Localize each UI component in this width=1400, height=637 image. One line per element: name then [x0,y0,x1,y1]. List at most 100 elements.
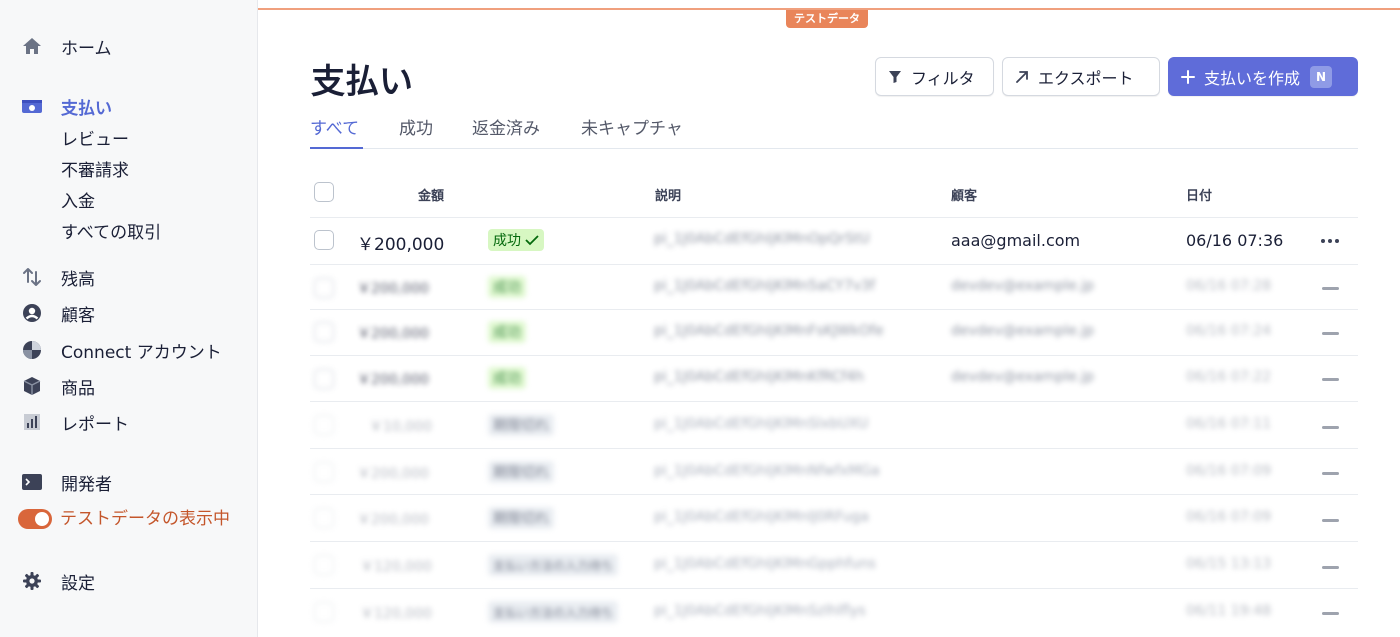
arrows-updown-icon [20,265,44,289]
row-date: 06/16 07:36 [1186,231,1284,250]
row-amount: ￥200,000 [357,281,429,297]
status-badge: 成功 [488,276,526,298]
sidebar-item-developers[interactable]: 開発者 [20,469,112,495]
test-data-badge: テストデータ [786,10,868,28]
tab-refunded[interactable]: 返金済み [472,114,540,149]
row-amount: ￥200,000 [357,466,429,482]
test-mode-toggle[interactable] [18,509,52,529]
gear-icon [20,569,44,593]
home-icon [20,34,44,58]
export-button[interactable]: エクスポート [1002,57,1160,96]
sidebar-subitem-payouts[interactable]: 入金 [61,189,95,215]
sidebar-item-payments[interactable]: 支払い [20,93,112,119]
row-amount: ￥200,000 [357,235,445,255]
select-all-checkbox[interactable] [314,182,334,202]
sidebar-subitem-disputes[interactable]: 不審請求 [61,158,129,184]
header-divider [310,217,1358,218]
status-badge: 支払い方法の入力待ち [488,554,619,576]
row-checkbox[interactable] [314,369,334,389]
row-more-icon[interactable] [1322,332,1339,335]
row-date: 06/16 07:22 [1186,369,1272,385]
sidebar-item-settings[interactable]: 設定 [20,568,95,594]
sidebar-item-connect[interactable]: Connect アカウント [20,337,222,363]
bar-chart-icon [20,410,44,434]
status-badge: 成功 [488,229,544,251]
sidebar-item-products[interactable]: 商品 [20,373,95,399]
sidebar: ホーム 支払い レビュー 不審請求 入金 すべての取引 残高 顧客 Connec… [0,0,258,637]
plus-icon [1181,69,1195,84]
create-payment-button[interactable]: 支払いを作成 N [1168,57,1358,96]
row-checkbox[interactable] [314,230,334,250]
row-customer: aaa@gmail.com [951,231,1081,250]
user-circle-icon [20,301,44,325]
wallet-icon [20,94,44,118]
terminal-icon [20,470,44,494]
row-divider [310,494,1358,495]
tab-uncaptured[interactable]: 未キャプチャ [581,114,683,149]
row-more-icon[interactable] [1322,612,1339,615]
row-more-icon[interactable] [1322,426,1339,429]
row-checkbox[interactable] [314,555,334,575]
row-amount: ￥10,000 [369,419,432,435]
row-amount: ￥120,000 [360,606,432,622]
sidebar-item-label: 商品 [61,378,95,399]
sidebar-item-customers[interactable]: 顧客 [20,300,95,326]
row-description: pi_1J0AbCdEfGhIjKlMnSlxbUXU [654,416,869,432]
column-header-customer[interactable]: 顧客 [951,185,977,204]
filter-button[interactable]: フィルタ [875,57,994,96]
column-header-description[interactable]: 説明 [655,185,681,204]
row-amount: ￥200,000 [357,512,429,528]
sidebar-item-label: レポート [61,414,129,435]
row-more-icon[interactable] [1322,287,1339,290]
status-badge: 期限切れ [488,507,554,529]
column-header-amount[interactable]: 金額 [418,185,444,204]
sidebar-item-label: 顧客 [61,305,95,326]
sidebar-subitem-review[interactable]: レビュー [61,127,129,153]
sidebar-item-test-mode[interactable]: テストデータの表示中 [18,506,240,558]
row-date: 06/16 07:09 [1186,463,1272,479]
row-divider [310,355,1358,356]
sidebar-item-label: ホーム [61,38,112,59]
arrow-up-right-icon [1015,70,1029,84]
row-more-icon[interactable] [1322,519,1339,522]
row-more-icon[interactable] [1321,239,1339,243]
row-description: pi_1J0AbCdEfGhIjKlMnIJ0RFuga [654,509,869,525]
tab-succeeded[interactable]: 成功 [399,114,433,149]
row-divider [310,448,1358,449]
row-date: 06/16 07:11 [1186,416,1272,432]
export-button-label: エクスポート [1038,68,1134,88]
sidebar-item-home[interactable]: ホーム [20,33,112,59]
row-amount: ￥200,000 [357,326,429,342]
row-checkbox[interactable] [314,462,334,482]
row-more-icon[interactable] [1322,566,1339,569]
row-customer: devdev@example.jp [951,369,1095,385]
row-description: pi_1J0AbCdEfGhIjKlMnKfRCf4h [654,369,865,385]
row-checkbox[interactable] [314,415,334,435]
box-icon [20,374,44,398]
row-more-icon[interactable] [1322,472,1339,475]
row-amount: ￥200,000 [357,372,429,388]
column-header-date[interactable]: 日付 [1186,185,1212,204]
row-checkbox[interactable] [314,508,334,528]
row-description: pi_1J0AbCdEfGhIjKlMnSzlhlflys [654,603,866,619]
row-description: pi_1J0AbCdEfGhIjKlMnOpQrStU [654,231,870,247]
row-divider [310,264,1358,265]
row-customer: devdev@example.jp [951,278,1095,294]
filter-button-label: フィルタ [911,68,975,88]
row-customer: devdev@example.jp [951,323,1095,339]
sidebar-item-balance[interactable]: 残高 [20,264,95,290]
page-title: 支払い [311,62,413,102]
row-more-icon[interactable] [1322,378,1339,381]
status-badge: 期限切れ [488,461,554,483]
status-badge: 成功 [488,367,526,389]
sidebar-item-label: 設定 [61,573,95,594]
status-badge: 期限切れ [488,414,554,436]
tab-all[interactable]: すべて [310,114,363,149]
sidebar-item-reports[interactable]: レポート [20,409,129,435]
row-checkbox[interactable] [314,602,334,622]
create-payment-button-label: 支払いを作成 [1204,68,1301,88]
status-badge: 支払い方法の入力待ち [488,601,619,623]
row-checkbox[interactable] [314,322,334,342]
row-checkbox[interactable] [314,278,334,298]
sidebar-subitem-all-transactions[interactable]: すべての取引 [61,220,161,246]
